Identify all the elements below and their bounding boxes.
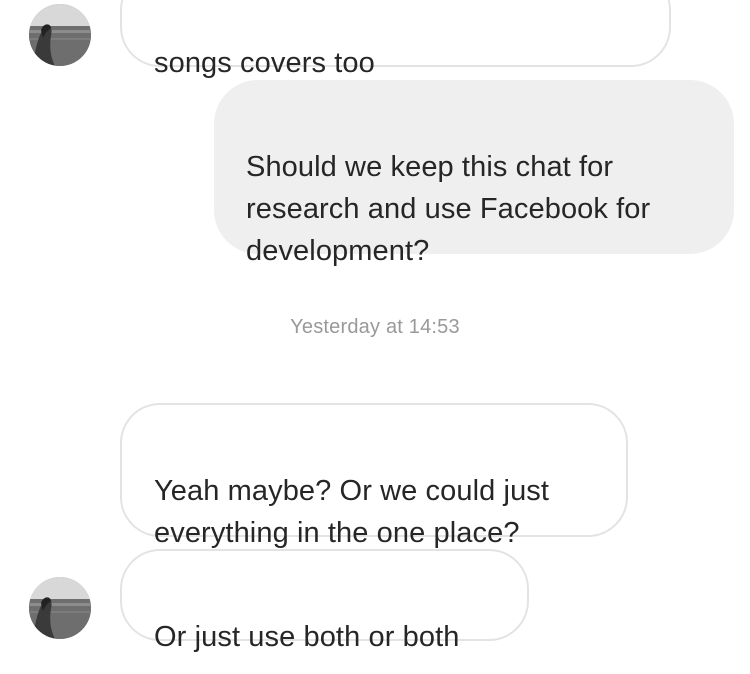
avatar-photo-icon xyxy=(29,577,91,639)
message-text: Yeah maybe? Or we could just everything … xyxy=(154,475,550,549)
message-bubble-incoming[interactable]: Or just use both or both xyxy=(120,549,529,653)
message-bubble-outgoing[interactable]: Should we keep this chat for research an… xyxy=(214,80,734,267)
message-text: Should we keep this chat for research an… xyxy=(246,151,651,267)
message-bubble-incoming[interactable]: songs covers too xyxy=(120,0,671,79)
message-text: Or just use both or both xyxy=(154,621,460,653)
message-bubble-incoming[interactable]: Yeah maybe? Or we could just everything … xyxy=(120,403,628,549)
contact-avatar[interactable] xyxy=(29,577,91,639)
message-timestamp: Yesterday at 14:53 xyxy=(290,316,460,338)
avatar-photo-icon xyxy=(29,4,91,66)
message-text: songs covers too xyxy=(154,47,375,79)
contact-avatar[interactable] xyxy=(29,4,91,66)
